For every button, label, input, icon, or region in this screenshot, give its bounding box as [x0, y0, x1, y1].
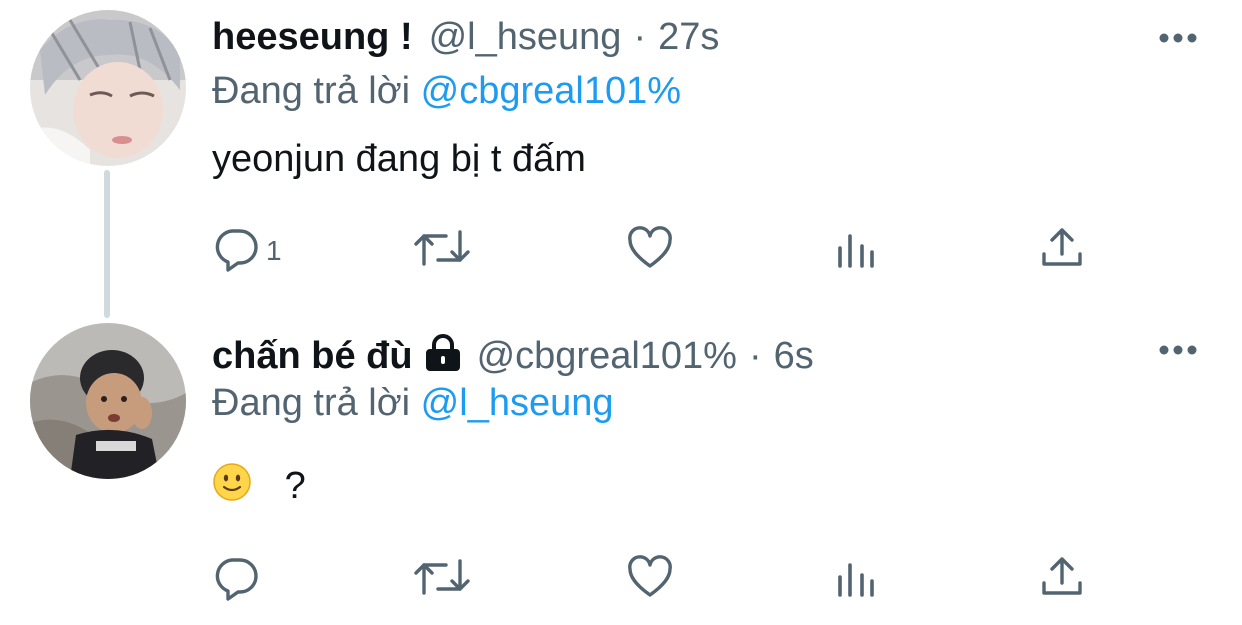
retweet-icon: [412, 553, 472, 606]
replying-to-line: Đang trả lời @l_hseung: [212, 382, 614, 425]
tweet-1[interactable]: heeseung ! @l_hseung · 27s Đang trả lời …: [0, 0, 1242, 310]
more-dots-icon[interactable]: [1158, 342, 1198, 363]
tweet-header: chấn bé đù @cbgreal101% · 6s: [212, 330, 814, 378]
heart-icon: [626, 553, 674, 606]
like-button[interactable]: [626, 224, 674, 277]
tweet-text-row: ?: [212, 462, 306, 512]
replying-to-label: Đang trả lời: [212, 382, 411, 424]
like-button[interactable]: [626, 553, 674, 606]
timestamp[interactable]: 27s: [658, 16, 719, 59]
action-bar: [212, 553, 1092, 603]
views-button[interactable]: [834, 553, 878, 606]
analytics-icon: [834, 224, 878, 277]
tweet-text: ?: [284, 465, 306, 507]
replying-to-label: Đang trả lời: [212, 70, 411, 112]
reply-button[interactable]: 1: [212, 224, 282, 277]
reply-icon: [212, 553, 260, 606]
display-name[interactable]: chấn bé đù: [212, 335, 413, 378]
separator-dot: ·: [633, 16, 647, 58]
share-button[interactable]: [1038, 553, 1086, 606]
retweet-icon: [412, 224, 472, 277]
handle[interactable]: @cbgreal101%: [477, 335, 737, 378]
avatar[interactable]: [30, 10, 186, 166]
reply-count: 1: [266, 234, 282, 266]
replying-to-mention[interactable]: @cbgreal101%: [421, 70, 681, 112]
retweet-button[interactable]: [412, 553, 472, 606]
handle[interactable]: @l_hseung: [429, 16, 622, 59]
share-icon: [1038, 553, 1086, 606]
action-bar: 1: [212, 224, 1092, 274]
tweet-text: yeonjun đang bị t đấm: [212, 138, 586, 180]
display-name[interactable]: heeseung !: [212, 16, 413, 59]
views-button[interactable]: [834, 224, 878, 277]
heart-icon: [626, 224, 674, 277]
timestamp[interactable]: 6s: [774, 335, 814, 378]
share-button[interactable]: [1038, 224, 1086, 277]
tweet-2[interactable]: chấn bé đù @cbgreal101% · 6s Đang trả lờ…: [0, 310, 1242, 625]
lock-icon: [423, 334, 463, 377]
tweet-header: heeseung ! @l_hseung · 27s: [212, 16, 719, 59]
replying-to-line: Đang trả lời @cbgreal101%: [212, 70, 681, 113]
avatar[interactable]: [30, 323, 186, 479]
reply-icon: [212, 224, 260, 277]
replying-to-mention[interactable]: @l_hseung: [421, 382, 614, 424]
share-icon: [1038, 224, 1086, 277]
analytics-icon: [834, 553, 878, 606]
retweet-button[interactable]: [412, 224, 472, 277]
more-dots-icon[interactable]: [1158, 30, 1198, 51]
reply-button[interactable]: [212, 553, 266, 606]
slightly-smiling-face-icon: [212, 462, 252, 502]
separator-dot: ·: [748, 335, 762, 377]
